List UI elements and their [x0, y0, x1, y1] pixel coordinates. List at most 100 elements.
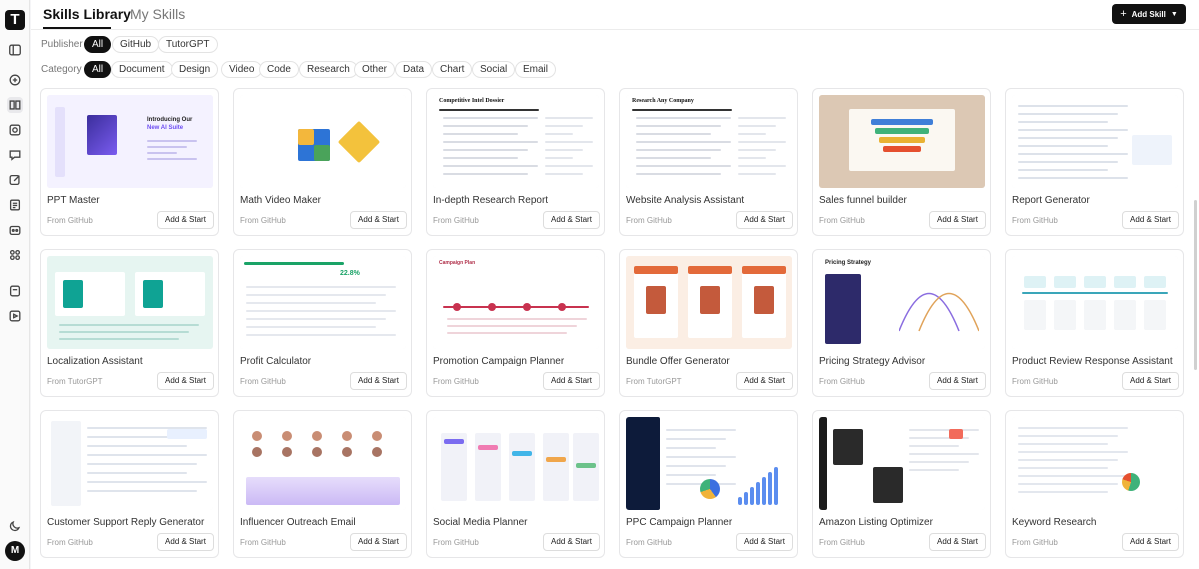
- skill-thumbnail[interactable]: [433, 417, 599, 510]
- chat-icon[interactable]: [7, 72, 23, 88]
- skill-thumbnail[interactable]: [819, 417, 985, 510]
- publisher-chip-tutorgpt[interactable]: TutorGPT: [158, 36, 218, 53]
- skill-thumbnail[interactable]: [240, 95, 406, 188]
- add-and-start-button[interactable]: Add & Start: [350, 211, 407, 229]
- skill-thumbnail[interactable]: [47, 417, 213, 510]
- skill-source: From GitHub: [819, 216, 865, 225]
- add-and-start-button[interactable]: Add & Start: [929, 211, 986, 229]
- skill-thumbnail[interactable]: Pricing Strategy: [819, 256, 985, 349]
- skill-title: Influencer Outreach Email: [240, 517, 356, 528]
- category-chip-social[interactable]: Social: [472, 61, 516, 78]
- add-and-start-button[interactable]: Add & Start: [1122, 211, 1179, 229]
- category-chip-all[interactable]: All: [84, 61, 112, 78]
- edit-icon[interactable]: [7, 172, 23, 188]
- tab-skills-library[interactable]: Skills Library: [43, 6, 131, 22]
- skill-title: PPT Master: [47, 195, 100, 206]
- thumb-metric: 22.8%: [340, 270, 360, 277]
- skill-card[interactable]: Keyword Research From GitHub Add & Start: [1005, 410, 1184, 558]
- category-chip-video[interactable]: Video: [221, 61, 263, 78]
- skill-card[interactable]: Customer Support Reply Generator From Gi…: [40, 410, 219, 558]
- category-chip-document[interactable]: Document: [111, 61, 173, 78]
- category-chip-other[interactable]: Other: [354, 61, 396, 78]
- category-chip-data[interactable]: Data: [395, 61, 433, 78]
- category-chip-design[interactable]: Design: [171, 61, 219, 78]
- skill-card[interactable]: Bundle Offer Generator From TutorGPT Add…: [619, 249, 798, 397]
- add-and-start-button[interactable]: Add & Start: [157, 533, 214, 551]
- app-logo[interactable]: T: [5, 10, 25, 30]
- document-icon[interactable]: [7, 197, 23, 213]
- category-chip-research[interactable]: Research: [299, 61, 358, 78]
- skill-card[interactable]: Localization Assistant From TutorGPT Add…: [40, 249, 219, 397]
- skill-card[interactable]: Competitive Intel Dossier In-depth Resea…: [426, 88, 605, 236]
- add-and-start-button[interactable]: Add & Start: [929, 372, 986, 390]
- publisher-label: Publisher: [41, 39, 83, 50]
- tab-my-skills[interactable]: My Skills: [130, 6, 185, 22]
- skill-card[interactable]: Report Generator From GitHub Add & Start: [1005, 88, 1184, 236]
- skill-card[interactable]: Research Any Company Website Analysis As…: [619, 88, 798, 236]
- category-chip-email[interactable]: Email: [515, 61, 557, 78]
- add-and-start-button[interactable]: Add & Start: [543, 211, 600, 229]
- skill-thumbnail[interactable]: [1012, 256, 1178, 349]
- add-and-start-button[interactable]: Add & Start: [543, 533, 600, 551]
- add-and-start-button[interactable]: Add & Start: [1122, 533, 1179, 551]
- skill-card[interactable]: PPC Campaign Planner From GitHub Add & S…: [619, 410, 798, 558]
- media-icon[interactable]: [7, 308, 23, 324]
- skill-card[interactable]: Pricing Strategy Pricing Strategy Adviso…: [812, 249, 991, 397]
- apps-icon[interactable]: [7, 247, 23, 263]
- theme-icon[interactable]: [7, 518, 23, 534]
- add-and-start-button[interactable]: Add & Start: [736, 372, 793, 390]
- user-avatar[interactable]: M: [5, 541, 25, 561]
- add-and-start-button[interactable]: Add & Start: [157, 372, 214, 390]
- add-and-start-button[interactable]: Add & Start: [350, 372, 407, 390]
- skill-thumbnail[interactable]: Campaign Plan: [433, 256, 599, 349]
- category-chip-chart[interactable]: Chart: [432, 61, 473, 78]
- skill-thumbnail[interactable]: 22.8%: [240, 256, 406, 349]
- note-icon[interactable]: [7, 283, 23, 299]
- add-and-start-button[interactable]: Add & Start: [736, 533, 793, 551]
- skill-card[interactable]: Sales funnel builder From GitHub Add & S…: [812, 88, 991, 236]
- skill-card[interactable]: 22.8% Profit Calculator From GitHub Add …: [233, 249, 412, 397]
- skill-source: From GitHub: [47, 538, 93, 547]
- skill-card[interactable]: Influencer Outreach Email From GitHub Ad…: [233, 410, 412, 558]
- skill-thumbnail[interactable]: [1012, 417, 1178, 510]
- skill-card[interactable]: Campaign Plan Promotion Campaign Planner…: [426, 249, 605, 397]
- add-and-start-button[interactable]: Add & Start: [929, 533, 986, 551]
- add-skill-button[interactable]: + Add Skill ▼: [1112, 4, 1186, 24]
- publisher-chip-github[interactable]: GitHub: [112, 36, 160, 53]
- skill-thumbnail[interactable]: [819, 95, 985, 188]
- skill-title: Math Video Maker: [240, 195, 321, 206]
- skill-card[interactable]: Amazon Listing Optimizer From GitHub Add…: [812, 410, 991, 558]
- scrollbar[interactable]: [1194, 200, 1197, 370]
- skill-title: PPC Campaign Planner: [626, 517, 733, 528]
- add-and-start-button[interactable]: Add & Start: [543, 372, 600, 390]
- skill-thumbnail[interactable]: Research Any Company: [626, 95, 792, 188]
- add-and-start-button[interactable]: Add & Start: [1122, 372, 1179, 390]
- skill-thumbnail[interactable]: [240, 417, 406, 510]
- skill-card[interactable]: Product Review Response Assistant From G…: [1005, 249, 1184, 397]
- book-icon[interactable]: [7, 97, 23, 113]
- skill-thumbnail[interactable]: [1012, 95, 1178, 188]
- skill-thumbnail[interactable]: [626, 256, 792, 349]
- message-icon[interactable]: [7, 147, 23, 163]
- add-and-start-button[interactable]: Add & Start: [736, 211, 793, 229]
- robot-icon[interactable]: [7, 222, 23, 238]
- skill-card[interactable]: Social Media Planner From GitHub Add & S…: [426, 410, 605, 558]
- skill-thumbnail[interactable]: [626, 417, 792, 510]
- skill-title: In-depth Research Report: [433, 195, 549, 206]
- chevron-down-icon: ▼: [1170, 10, 1178, 18]
- skill-title: Customer Support Reply Generator: [47, 517, 205, 528]
- skill-thumbnail[interactable]: Competitive Intel Dossier: [433, 95, 599, 188]
- image-icon[interactable]: [7, 122, 23, 138]
- add-skill-label: Add Skill: [1131, 9, 1166, 19]
- skill-source: From GitHub: [819, 538, 865, 547]
- skill-card[interactable]: Math Video Maker From GitHub Add & Start: [233, 88, 412, 236]
- category-chip-code[interactable]: Code: [259, 61, 299, 78]
- publisher-chip-all[interactable]: All: [84, 36, 112, 53]
- add-and-start-button[interactable]: Add & Start: [157, 211, 214, 229]
- sidebar-toggle-icon[interactable]: [7, 42, 23, 58]
- skill-thumbnail[interactable]: [47, 256, 213, 349]
- skill-source: From GitHub: [626, 216, 672, 225]
- skill-thumbnail[interactable]: Introducing Our New AI Suite: [47, 95, 213, 188]
- add-and-start-button[interactable]: Add & Start: [350, 533, 407, 551]
- skill-card[interactable]: Introducing Our New AI Suite PPT Master …: [40, 88, 219, 236]
